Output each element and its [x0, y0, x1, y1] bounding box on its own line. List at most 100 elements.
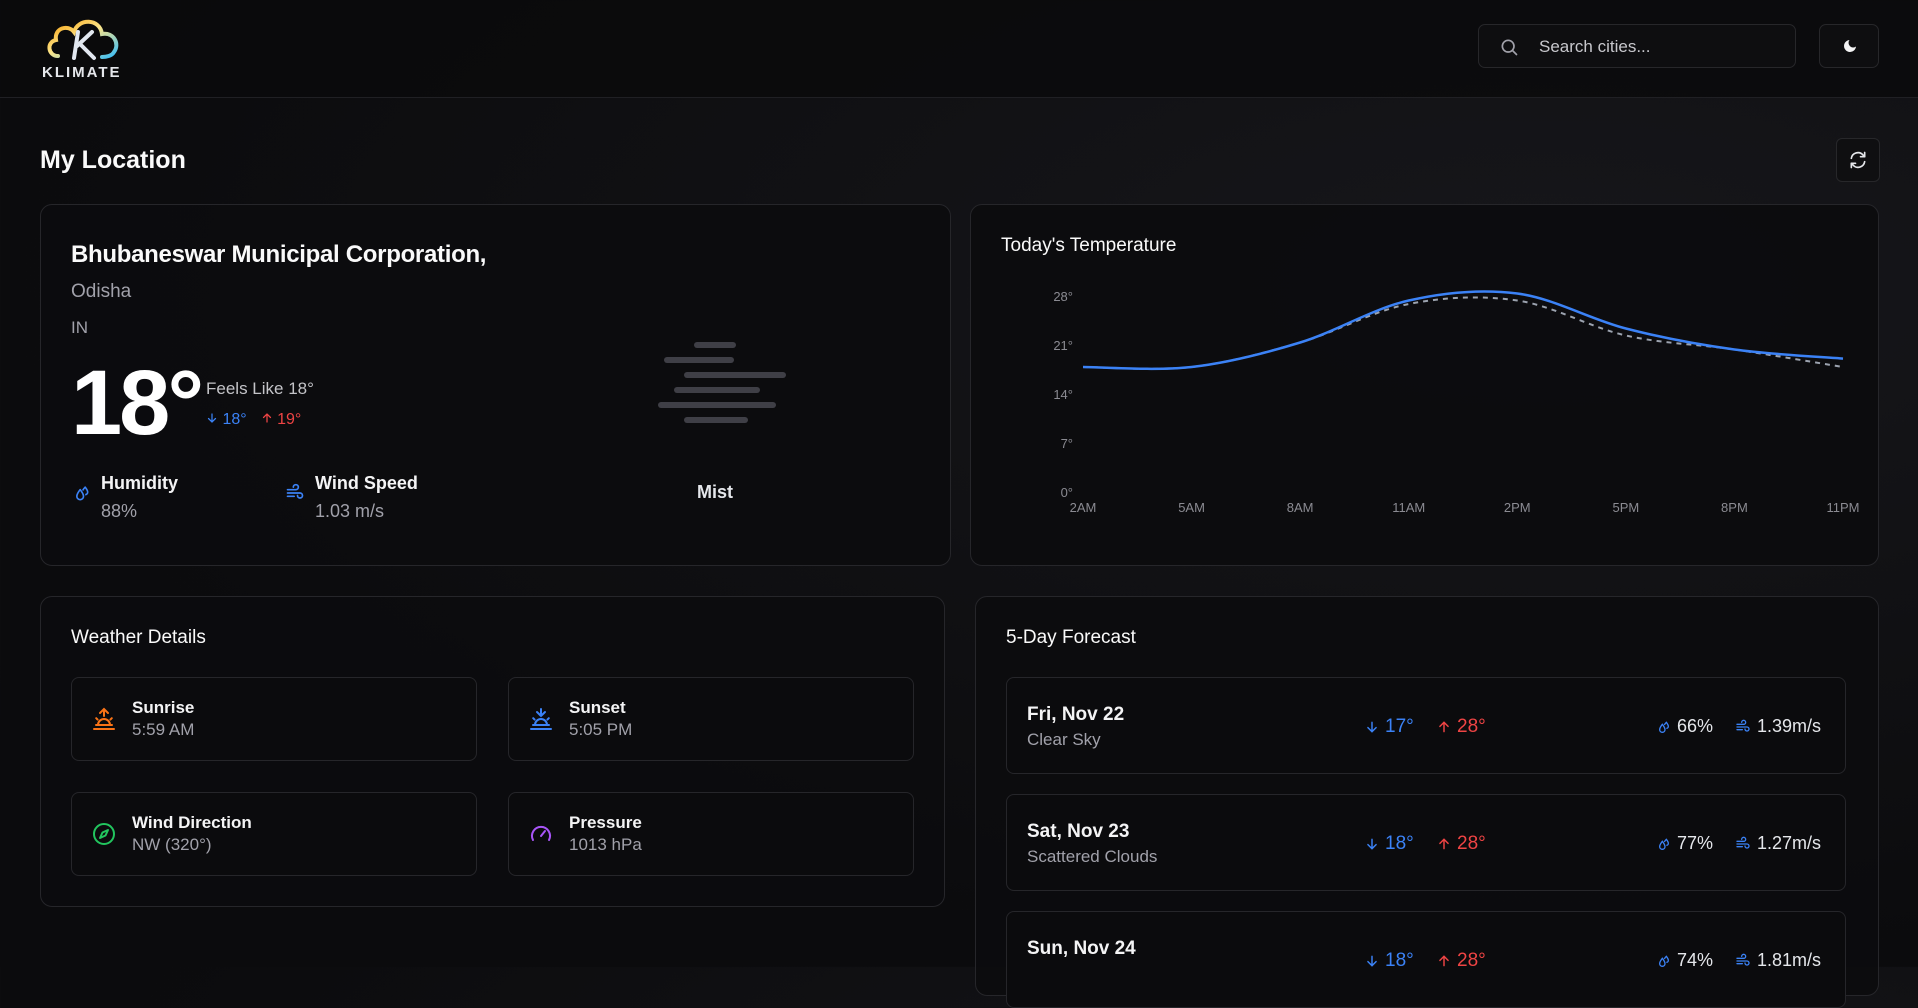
- detail-tile-sunset: Sunset 5:05 PM: [508, 677, 914, 761]
- forecast-date: Fri, Nov 22: [1027, 704, 1125, 725]
- temperature-line-chart: 0° 7° 14° 21° 28° 2AM 5AM 8AM 11AM 2PM 5PM 8PM 11PM: [1053, 289, 1860, 515]
- temperature-chart-card: Today's Temperature 0° 7° 14° 21° 28° 2AM 5AM 8…: [970, 204, 1879, 566]
- detail-tile-wind-direction: Wind Direction NW (320°): [71, 792, 477, 876]
- humidity-label: Humidity: [101, 473, 179, 493]
- pressure-label: Pressure: [569, 813, 642, 832]
- detail-tile-sunrise: Sunrise 5:59 AM: [71, 677, 477, 761]
- humidity-value: 88%: [101, 501, 138, 521]
- forecast-date: Sat, Nov 23: [1027, 821, 1130, 842]
- arrow-up-icon: [1439, 955, 1449, 967]
- city-name: Bhubaneswar Municipal Corporation,: [71, 241, 487, 268]
- x-tick-label: 8PM: [1721, 500, 1748, 515]
- x-tick-label: 5PM: [1612, 500, 1639, 515]
- y-tick-label: 14°: [1053, 387, 1073, 402]
- moon-icon: [1844, 40, 1856, 52]
- droplets-icon: [1658, 837, 1670, 850]
- sunset-label: Sunset: [569, 698, 626, 717]
- max-temp-value: 19°: [277, 411, 302, 428]
- forecast-high: 28°: [1437, 833, 1486, 855]
- forecast-title: 5-Day Forecast: [1006, 627, 1136, 648]
- forecast-humidity: 66%: [1655, 716, 1713, 737]
- forecast-high: 28°: [1437, 950, 1486, 972]
- wind-direction-value: NW (320°): [132, 835, 212, 854]
- arrow-down-icon: [1367, 838, 1377, 850]
- x-tick-label: 5AM: [1178, 500, 1205, 515]
- refresh-button[interactable]: [1836, 138, 1880, 182]
- x-tick-label: 8AM: [1287, 500, 1314, 515]
- forecast-high-value: 28°: [1457, 833, 1486, 854]
- pressure-value: 1013 hPa: [569, 835, 642, 854]
- sunset-icon: [530, 708, 552, 730]
- cloud-logo-icon: [47, 19, 119, 60]
- wind-icon: [1736, 953, 1750, 966]
- arrow-up-icon: [1439, 721, 1449, 733]
- forecast-low: 18°: [1365, 833, 1414, 855]
- y-tick-label: 0°: [1061, 485, 1073, 500]
- forecast-high: 28°: [1437, 716, 1486, 738]
- forecast-row: Sun, Nov 24 18° 28° 74% 1.81m/s: [1006, 911, 1846, 1008]
- wind-speed-value: 1.03 m/s: [315, 501, 385, 521]
- sunset-value: 5:05 PM: [569, 720, 633, 739]
- forecast-date: Sun, Nov 24: [1027, 938, 1136, 959]
- y-tick-label: 21°: [1053, 338, 1073, 353]
- droplets-icon: [76, 486, 89, 501]
- wind-speed-label: Wind Speed: [315, 473, 418, 493]
- refresh-icon: [1850, 151, 1866, 169]
- page-title: My Location: [40, 146, 186, 174]
- current-temperature: 18°: [71, 352, 204, 454]
- sunrise-label: Sunrise: [132, 698, 195, 717]
- forecast-humidity-value: 77%: [1677, 833, 1714, 853]
- forecast-humidity: 77%: [1655, 833, 1713, 854]
- feels-like: Feels Like 18°: [206, 379, 314, 398]
- wind-icon: [1736, 719, 1750, 732]
- forecast-humidity: 74%: [1655, 950, 1713, 971]
- min-temp-value: 18°: [222, 411, 247, 428]
- arrow-down-icon: [207, 413, 217, 423]
- mist-icon: [658, 342, 786, 423]
- detail-tile-pressure: Pressure 1013 hPa: [508, 792, 914, 876]
- forecast-wind: 1.27m/s: [1735, 833, 1821, 854]
- condition-label: Mist: [697, 482, 733, 502]
- search-box[interactable]: [1478, 24, 1796, 68]
- forecast-wind-value: 1.81m/s: [1757, 950, 1822, 970]
- forecast-wind: 1.39m/s: [1735, 716, 1821, 737]
- forecast-low-value: 18°: [1385, 833, 1414, 854]
- forecast-row: Sat, Nov 23 Scattered Clouds 18° 28° 77%…: [1006, 794, 1846, 891]
- forecast-desc: Clear Sky: [1027, 730, 1101, 749]
- droplets-icon: [1658, 954, 1670, 967]
- series-line-solid: [1082, 290, 1844, 371]
- forecast-wind-value: 1.27m/s: [1757, 833, 1822, 853]
- details-title: Weather Details: [71, 627, 206, 648]
- theme-toggle-button[interactable]: [1819, 24, 1879, 68]
- sunrise-value: 5:59 AM: [132, 720, 195, 739]
- app-header: KLIMATE: [0, 0, 1918, 98]
- search-icon: [1501, 39, 1518, 56]
- series-line-dashed: [1082, 296, 1844, 370]
- wind-icon: [286, 483, 304, 499]
- forecast-humidity-value: 74%: [1677, 950, 1714, 970]
- wind-direction-label: Wind Direction: [132, 813, 252, 832]
- droplets-icon: [1658, 720, 1670, 733]
- x-tick-label: 11AM: [1392, 500, 1425, 515]
- x-tick-label: 11PM: [1827, 500, 1860, 515]
- y-tick-label: 7°: [1061, 436, 1073, 451]
- max-temp: 19°: [261, 411, 302, 429]
- search-input[interactable]: [1537, 35, 1781, 59]
- state-name: Odisha: [71, 281, 132, 302]
- arrow-up-icon: [1439, 838, 1449, 850]
- forecast-low: 17°: [1365, 716, 1414, 738]
- klimate-logo[interactable]: KLIMATE: [40, 12, 126, 84]
- forecast-low-value: 18°: [1385, 950, 1414, 971]
- current-weather-card: Bhubaneswar Municipal Corporation, Odish…: [40, 204, 951, 566]
- arrow-up-icon: [262, 413, 271, 423]
- gauge-icon: [531, 825, 551, 841]
- min-max-temp: 18° 19°: [206, 411, 301, 429]
- weather-details-card: Weather Details Sunrise 5:59 AM Sunset 5…: [40, 596, 945, 907]
- forecast-low-value: 17°: [1385, 716, 1414, 737]
- x-tick-label: 2AM: [1070, 500, 1097, 515]
- arrow-down-icon: [1367, 721, 1377, 733]
- wind-icon: [1736, 836, 1750, 849]
- forecast-high-value: 28°: [1457, 950, 1486, 971]
- x-tick-label: 2PM: [1504, 500, 1531, 515]
- forecast-high-value: 28°: [1457, 716, 1486, 737]
